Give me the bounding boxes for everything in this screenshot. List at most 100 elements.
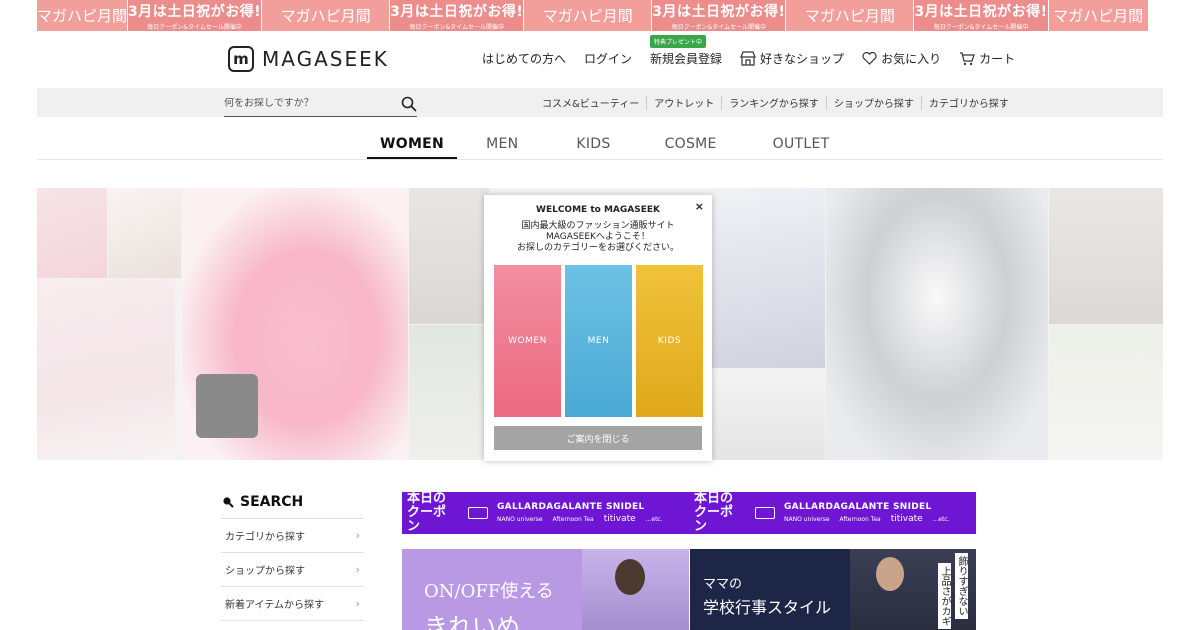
promo-sub-text: 毎日クーポン&タイムセール開催中 — [147, 23, 242, 31]
page: マガハピ月間 3月は土日祝がお得! 毎日クーポン&タイムセール開催中 マガハピ月間… — [0, 0, 1200, 630]
coupon-today-text: 本日の クーポン — [694, 492, 744, 534]
category-card-label: WOMEN — [508, 336, 547, 346]
tab-cosme[interactable]: COSME — [652, 131, 730, 159]
promo-sub-text: 毎日クーポン&タイムセール開催中 — [409, 23, 504, 31]
coupon-banner-segment: 本日の クーポン GALLARDAGALANTE SNIDEL NANO univ… — [689, 492, 976, 534]
feature-banner-school-events[interactable]: ママの 学校行事スタイル 飾りすぎない 上品さがカギ — [690, 549, 976, 630]
favorite-shop-link[interactable]: 好きなショップ — [740, 50, 844, 67]
tab-kids[interactable]: KIDS — [563, 131, 623, 159]
feature-a-heading: ON/OFF使える — [424, 581, 554, 602]
sidebar-item-label: ショップから探す — [225, 566, 305, 577]
cart-icon — [960, 51, 975, 65]
feature-b-subheading: 学校行事スタイル — [703, 598, 832, 617]
category-card-men[interactable]: MEN — [565, 265, 632, 417]
search-icon[interactable] — [401, 96, 417, 112]
cart-link[interactable]: カート — [959, 50, 1015, 67]
tabs-divider — [37, 159, 1163, 160]
chevron-right-icon: › — [355, 597, 360, 610]
feature-a-subheading: きれいめ — [424, 613, 520, 630]
promo-hapi-text: マガハピ月間 — [804, 7, 895, 25]
category-card-label: MEN — [587, 336, 610, 346]
sidebar-item-category[interactable]: カテゴリから探す › — [221, 519, 364, 553]
promo-main-text: 3月は土日祝がお得! — [652, 3, 786, 20]
modal-message-line: MAGASEEKへようこそ！ — [546, 232, 650, 242]
promo-tile[interactable]: 3月は土日祝がお得! 毎日クーポン&タイムセール開催中 — [914, 0, 1049, 31]
feature-a-model-head — [615, 559, 645, 595]
coupon-label: クーポン — [407, 505, 447, 534]
favorites-label: お気に入り — [881, 52, 942, 66]
promo-hapi-text: マガハピ月間 — [280, 7, 371, 25]
promo-hapi-tile[interactable]: マガハピ月間 — [37, 0, 129, 31]
promo-sub-text: 毎日クーポン&タイムセール開催中 — [671, 23, 767, 31]
tab-men[interactable]: MEN — [473, 131, 531, 159]
coupon-brands: GALLARDAGALANTE SNIDEL NANO universe Afte… — [784, 502, 950, 524]
search-input[interactable] — [224, 98, 384, 109]
login-link[interactable]: ログイン — [584, 50, 632, 67]
brand-titivate: titivate — [603, 514, 636, 524]
sidebar-item-new-arrivals[interactable]: 新着アイテムから探す › — [221, 587, 364, 621]
promo-main-text: 3月は土日祝がお得! — [128, 3, 262, 20]
sub-nav-category[interactable]: カテゴリから探す — [920, 95, 1016, 110]
sidebar-menu: カテゴリから探す › ショップから探す › 新着アイテムから探す › — [221, 518, 364, 621]
welcome-modal: × WELCOME to MAGASEEK 国内最大級のファッション通販サイト … — [484, 195, 712, 461]
chevron-right-icon: › — [355, 563, 360, 576]
coupon-brands-row: GALLARDAGALANTE SNIDEL — [784, 502, 932, 512]
promo-hapi-tile[interactable]: マガハピ月間 — [1048, 0, 1149, 31]
feature-b-heading: ママの — [703, 577, 743, 592]
promo-tile[interactable]: 3月は土日祝がお得! 毎日クーポン&タイムセール開催中 — [128, 0, 263, 31]
modal-message: 国内最大級のファッション通販サイト MAGASEEKへようこそ！ お探しのカテゴ… — [484, 221, 712, 254]
signup-label: 新規会員登録 — [650, 52, 723, 66]
promo-banner-strip[interactable]: マガハピ月間 3月は土日祝がお得! 毎日クーポン&タイムセール開催中 マガハピ月間… — [37, 0, 1163, 31]
brand-etc: ...etc. — [645, 516, 663, 523]
ticket-icon — [755, 507, 775, 519]
sub-nav-outlet[interactable]: アウトレット — [646, 95, 721, 110]
heart-icon — [862, 52, 877, 65]
sub-nav-cosme[interactable]: コスメ&ビューティー — [535, 95, 646, 110]
close-guide-button[interactable]: ご案内を閉じる — [494, 426, 702, 450]
category-card-women[interactable]: WOMEN — [494, 265, 561, 417]
feature-banner-onoff[interactable]: ON/OFF使える きれいめ — [402, 549, 689, 630]
category-cards: WOMEN MEN KIDS — [494, 265, 703, 417]
first-time-link[interactable]: はじめての方へ — [482, 50, 566, 67]
category-card-label: KIDS — [657, 336, 682, 346]
promo-tile[interactable]: 3月は土日祝がお得! 毎日クーポン&タイムセール開催中 — [652, 0, 787, 31]
tab-outlet[interactable]: OUTLET — [760, 131, 843, 159]
sub-nav-shop[interactable]: ショップから探す — [825, 95, 921, 110]
promo-sub-text: 毎日クーポン&タイムセール開催中 — [933, 23, 1029, 31]
promo-hapi-tile[interactable]: マガハピ月間 — [786, 0, 915, 31]
brand-nano: NANO universe — [784, 516, 830, 523]
tab-women[interactable]: WOMEN — [367, 131, 458, 159]
promo-hapi-tile[interactable]: マガハピ月間 — [262, 0, 391, 31]
brand-afternoon: Afternoon Tea — [839, 516, 881, 523]
coupon-brands-row2: NANO universe Afternoon Tea titivate ...etc… — [497, 514, 663, 524]
search-icon — [223, 497, 234, 508]
header-nav: はじめての方へ ログイン 特典プレゼント中 新規会員登録 好きなショップ お気に… — [482, 35, 1033, 67]
signup-link[interactable]: 特典プレゼント中 新規会員登録 — [650, 35, 723, 67]
promo-hapi-text: マガハピ月間 — [1053, 7, 1144, 25]
signup-badge: 特典プレゼント中 — [650, 35, 707, 48]
sidebar-item-shop[interactable]: ショップから探す › — [221, 553, 364, 587]
promo-main-text: 3月は土日祝がお得! — [390, 3, 524, 20]
category-card-kids[interactable]: KIDS — [636, 265, 703, 417]
cart-label: カート — [979, 52, 1016, 66]
feature-b-vertical-text: 上品さがカギ — [938, 563, 951, 629]
modal-message-line: 国内最大級のファッション通販サイト — [521, 221, 675, 231]
modal-title: WELCOME to MAGASEEK — [536, 205, 660, 215]
site-logo[interactable]: m MAGASEEK — [228, 46, 389, 72]
coupon-banner[interactable]: 本日の クーポン GALLARDAGALANTE SNIDEL NANO univ… — [402, 492, 976, 534]
sub-nav-ranking[interactable]: ランキングから探す — [721, 95, 826, 110]
promo-tile[interactable]: 3月は土日祝がお得! 毎日クーポン&タイムセール開催中 — [390, 0, 525, 31]
brand-afternoon: Afternoon Tea — [552, 516, 594, 523]
promo-hapi-tile[interactable]: マガハピ月間 — [524, 0, 653, 31]
coupon-brands-row2: NANO universe Afternoon Tea titivate ...etc… — [784, 514, 950, 524]
sidebar-item-label: カテゴリから探す — [225, 532, 305, 543]
favorite-shop-label: 好きなショップ — [760, 52, 845, 66]
favorites-link[interactable]: お気に入り — [862, 50, 941, 67]
promo-hapi-text: マガハピ月間 — [542, 7, 633, 25]
coupon-banner-segment: 本日の クーポン GALLARDAGALANTE SNIDEL NANO univ… — [402, 492, 689, 534]
modal-message-line: お探しのカテゴリーをお選びください。 — [516, 243, 679, 253]
sidebar-item-label: 新着アイテムから探す — [225, 600, 324, 611]
ticket-icon — [468, 507, 488, 519]
promo-hapi-text: マガハピ月間 — [37, 7, 128, 25]
sub-nav: コスメ&ビューティー アウトレット ランキングから探す ショップから探す カテゴ… — [535, 88, 1016, 117]
